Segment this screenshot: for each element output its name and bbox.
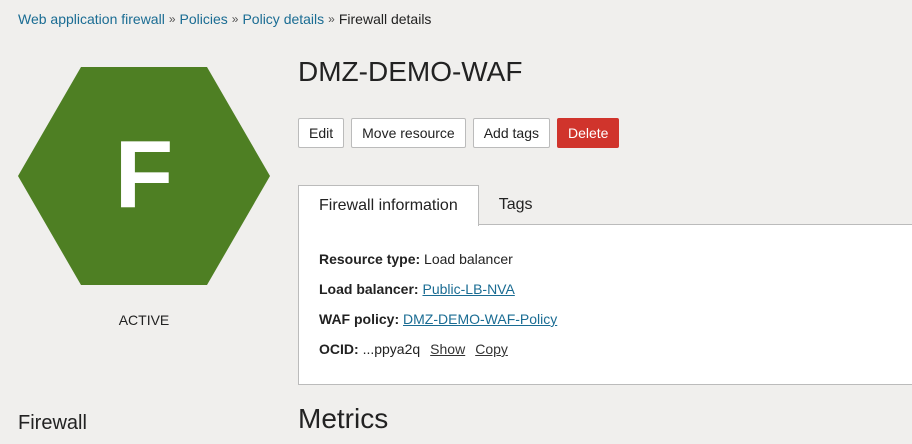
resource-hexagon-icon: F [18,67,270,285]
load-balancer-link[interactable]: Public-LB-NVA [422,281,514,297]
breadcrumb-policy-details[interactable]: Policy details [242,11,324,27]
edit-button[interactable]: Edit [298,118,345,148]
page-title: DMZ-DEMO-WAF [298,56,523,87]
load-balancer-row: Load balancer: Public-LB-NVA [319,281,897,311]
show-ocid-link[interactable]: Show [430,341,465,357]
ocid-label: OCID: [319,341,359,357]
resource-type-row: Resource type: Load balancer [319,251,897,281]
waf-policy-row: WAF policy: DMZ-DEMO-WAF-Policy [319,311,897,341]
breadcrumb-separator: » [328,12,335,26]
status-label: ACTIVE [118,312,170,328]
waf-policy-link[interactable]: DMZ-DEMO-WAF-Policy [403,311,557,327]
breadcrumb-current: Firewall details [338,11,432,27]
ocid-row: OCID: ...ppya2q Show Copy [319,341,897,371]
breadcrumb: Web application firewall» Policies» Poli… [18,11,431,27]
ocid-value: ...ppya2q [362,341,421,357]
move-resource-button[interactable]: Move resource [351,118,466,148]
breadcrumb-separator: » [168,12,176,26]
waf-policy-label: WAF policy: [319,311,400,327]
tab-firewall-information[interactable]: Firewall information [298,185,479,226]
action-buttons: Edit Move resource Add tags Delete [298,118,620,148]
add-tags-button[interactable]: Add tags [472,118,550,148]
resource-letter: F [115,121,174,228]
tabs: Firewall information Tags [298,185,553,226]
tab-tags[interactable]: Tags [479,185,553,225]
firewall-section-heading: Firewall [18,412,87,434]
breadcrumb-waf[interactable]: Web application firewall [18,11,165,27]
delete-button[interactable]: Delete [556,118,620,148]
firewall-info-panel: Resource type: Load balancer Load balanc… [298,224,912,385]
breadcrumb-policies[interactable]: Policies [180,11,228,27]
copy-ocid-link[interactable]: Copy [475,341,508,357]
resource-type-label: Resource type: [319,251,421,267]
breadcrumb-separator: » [231,12,239,26]
metrics-heading: Metrics [298,403,389,434]
load-balancer-label: Load balancer: [319,281,419,297]
resource-type-value: Load balancer [424,251,513,267]
